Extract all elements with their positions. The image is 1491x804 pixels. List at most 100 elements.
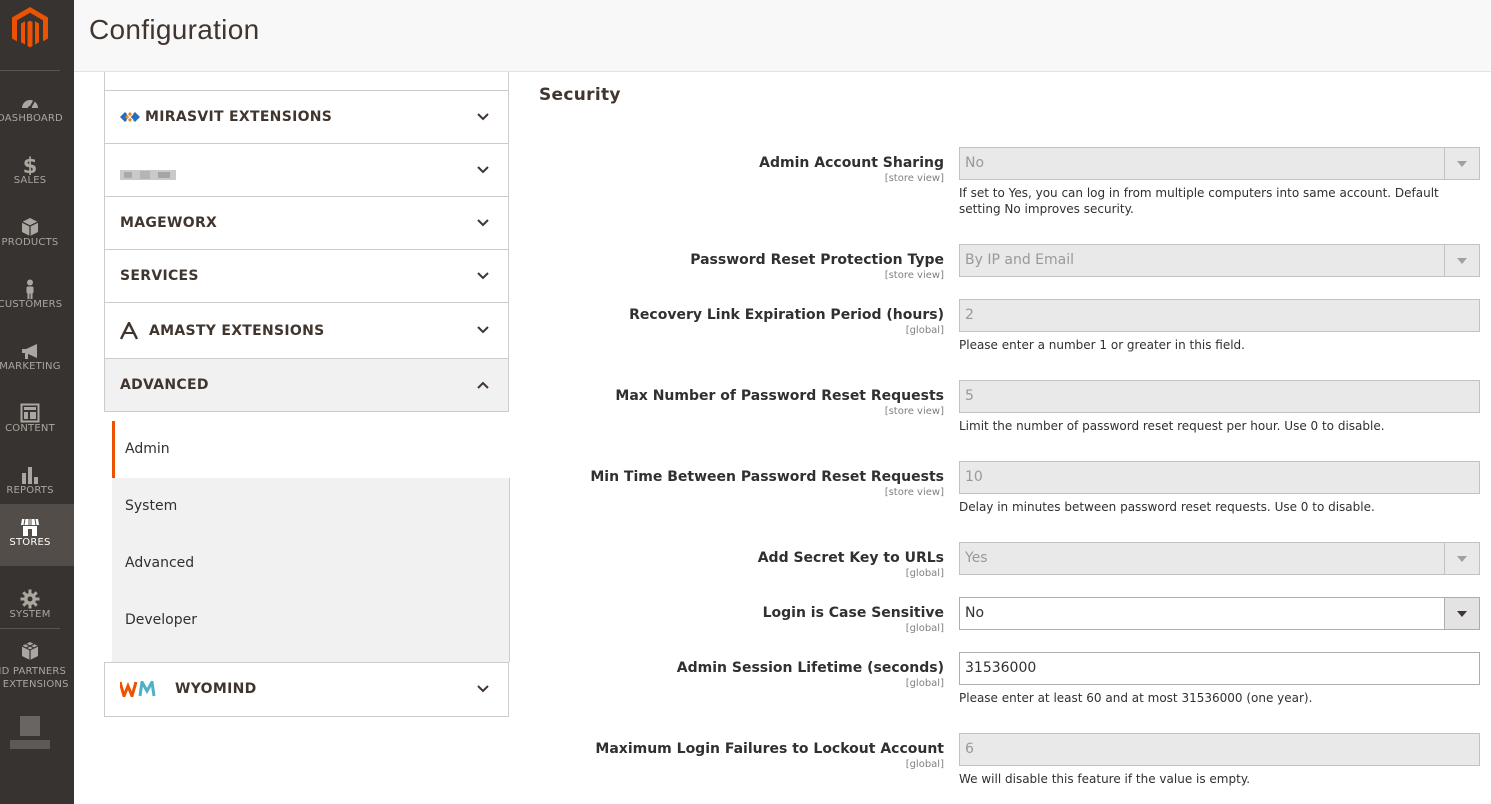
admin-session-lifetime-input[interactable]: 31536000 [959, 652, 1480, 685]
nav-label: ND PARTNERS & EXTENSIONS [0, 666, 69, 690]
admin-menu: DASHBOARD $ SALES PRODUCTS CUSTOMERS MAR… [0, 0, 74, 804]
select-value: No [965, 605, 985, 621]
tab-group-blurred[interactable] [104, 144, 509, 197]
field-scope: [global] [905, 678, 944, 689]
field-label: Maximum Login Failures to Lockout Accoun… [595, 741, 944, 757]
tab-group-label: WYOMIND [175, 681, 257, 697]
field-note: If set to Yes, you can log in from multi… [959, 186, 1439, 216]
nav-label: CUSTOMERS [0, 299, 63, 310]
select-value: By IP and Email [965, 252, 1074, 268]
select-arrow-icon [1444, 598, 1479, 629]
tab-group-label: SERVICES [120, 268, 199, 284]
field-label: Password Reset Protection Type [690, 252, 944, 268]
box-icon [20, 217, 40, 237]
tab-group-label: MIRASVIT EXTENSIONS [145, 109, 333, 125]
tab-group-wyomind[interactable]: WYOMIND [104, 662, 509, 717]
field-label: Admin Account Sharing [759, 155, 944, 171]
tab-group-advanced[interactable]: ADVANCED [104, 359, 509, 412]
magento-logo-icon[interactable] [12, 7, 48, 49]
field-note: We will disable this feature if the valu… [959, 772, 1251, 786]
chevron-down-icon [476, 163, 490, 177]
nav-item-partners[interactable]: ND PARTNERS & EXTENSIONS [0, 628, 74, 694]
nav-item-customers[interactable]: CUSTOMERS [0, 266, 74, 328]
input-value: 10 [965, 469, 983, 485]
select-arrow-icon [1444, 543, 1479, 574]
tab-item-label: Developer [125, 612, 198, 628]
field-label: Admin Session Lifetime (seconds) [676, 660, 944, 676]
blurred-logo [120, 165, 176, 184]
chevron-up-icon [476, 378, 490, 392]
field-label: Max Number of Password Reset Requests [615, 388, 944, 404]
blurred-icon [20, 716, 40, 736]
tab-group-label: ADVANCED [120, 377, 209, 393]
field-label: Recovery Link Expiration Period (hours) [629, 307, 944, 323]
nav-item-dashboard[interactable]: DASHBOARD [0, 80, 74, 142]
field-note: Please enter a number 1 or greater in th… [959, 338, 1245, 352]
nav-label: MARKETING [0, 361, 61, 372]
field-note: Limit the number of password reset reque… [959, 419, 1385, 433]
tab-item-label: System [125, 498, 178, 514]
max-reset-requests-input[interactable]: 5 [959, 380, 1480, 413]
advanced-sub-items: Admin System Advanced Developer [112, 421, 511, 662]
nav-label: DASHBOARD [0, 113, 63, 124]
field-scope: [store view] [884, 270, 944, 281]
login-case-sensitive-select[interactable]: No [959, 597, 1480, 630]
chevron-down-icon [476, 269, 490, 283]
nav-item-content[interactable]: CONTENT [0, 390, 74, 452]
dashboard-icon [20, 93, 40, 113]
chevron-down-icon [476, 323, 490, 337]
field-label: Login is Case Sensitive [762, 605, 944, 621]
field-scope: [store view] [884, 406, 944, 417]
admin-account-sharing-select[interactable]: No [959, 147, 1480, 180]
nav-label: REPORTS [6, 485, 54, 496]
input-value: 31536000 [965, 660, 1037, 676]
input-value: 5 [965, 388, 974, 404]
store-icon [20, 517, 40, 537]
nav-item-marketing[interactable]: MARKETING [0, 328, 74, 390]
chevron-down-icon [476, 110, 490, 124]
password-reset-protection-select[interactable]: By IP and Email [959, 244, 1480, 277]
recovery-link-expiration-input[interactable]: 2 [959, 299, 1480, 332]
nav-item-products[interactable]: PRODUCTS [0, 204, 74, 266]
page-header: Configuration [74, 0, 1491, 72]
mirasvit-logo-icon [120, 109, 140, 129]
field-scope: [store view] [884, 487, 944, 498]
dollar-icon: $ [20, 155, 40, 175]
nav-label: SALES [13, 175, 47, 186]
field-scope: [global] [905, 325, 944, 336]
nav-item-sales[interactable]: $ SALES [0, 142, 74, 204]
tab-group-amasty[interactable]: AMASTY EXTENSIONS [104, 303, 509, 359]
tab-group-label: MAGEWORX [120, 215, 218, 231]
field-scope: [global] [905, 568, 944, 579]
field-label: Add Secret Key to URLs [757, 550, 944, 566]
tab-item-system[interactable]: System [112, 478, 508, 535]
field-scope: [global] [905, 759, 944, 770]
bar-chart-icon [20, 465, 40, 485]
tab-group-mageworx[interactable]: MAGEWORX [104, 197, 509, 250]
section-title: Security [539, 85, 621, 105]
chevron-down-icon [476, 216, 490, 230]
max-login-failures-input[interactable]: 6 [959, 733, 1480, 766]
person-icon [20, 279, 40, 299]
input-value: 2 [965, 307, 974, 323]
field-note: Delay in minutes between password reset … [959, 500, 1375, 514]
tab-item-label: Advanced [125, 555, 195, 571]
chevron-down-icon [476, 682, 490, 696]
tab-group-services[interactable]: SERVICES [104, 250, 509, 303]
nav-item-stores[interactable]: STORES [0, 504, 74, 566]
tab-item-developer[interactable]: Developer [112, 592, 508, 649]
nav-label: PRODUCTS [1, 237, 59, 248]
tab-item-advanced[interactable]: Advanced [112, 535, 508, 592]
field-scope: [store view] [884, 173, 944, 184]
svg-text:$: $ [23, 155, 38, 175]
add-secret-key-select[interactable]: Yes [959, 542, 1480, 575]
tab-item-admin[interactable]: Admin [112, 421, 511, 478]
tab-group-mirasvit[interactable]: MIRASVIT EXTENSIONS [104, 91, 509, 144]
config-form: Security Admin Account Sharing [store vi… [509, 72, 1491, 804]
select-arrow-icon [1444, 245, 1479, 276]
nav-separator [0, 70, 60, 71]
select-arrow-icon [1444, 148, 1479, 179]
min-time-between-requests-input[interactable]: 10 [959, 461, 1480, 494]
field-label: Min Time Between Password Reset Requests [590, 469, 944, 485]
select-value: No [965, 155, 985, 171]
